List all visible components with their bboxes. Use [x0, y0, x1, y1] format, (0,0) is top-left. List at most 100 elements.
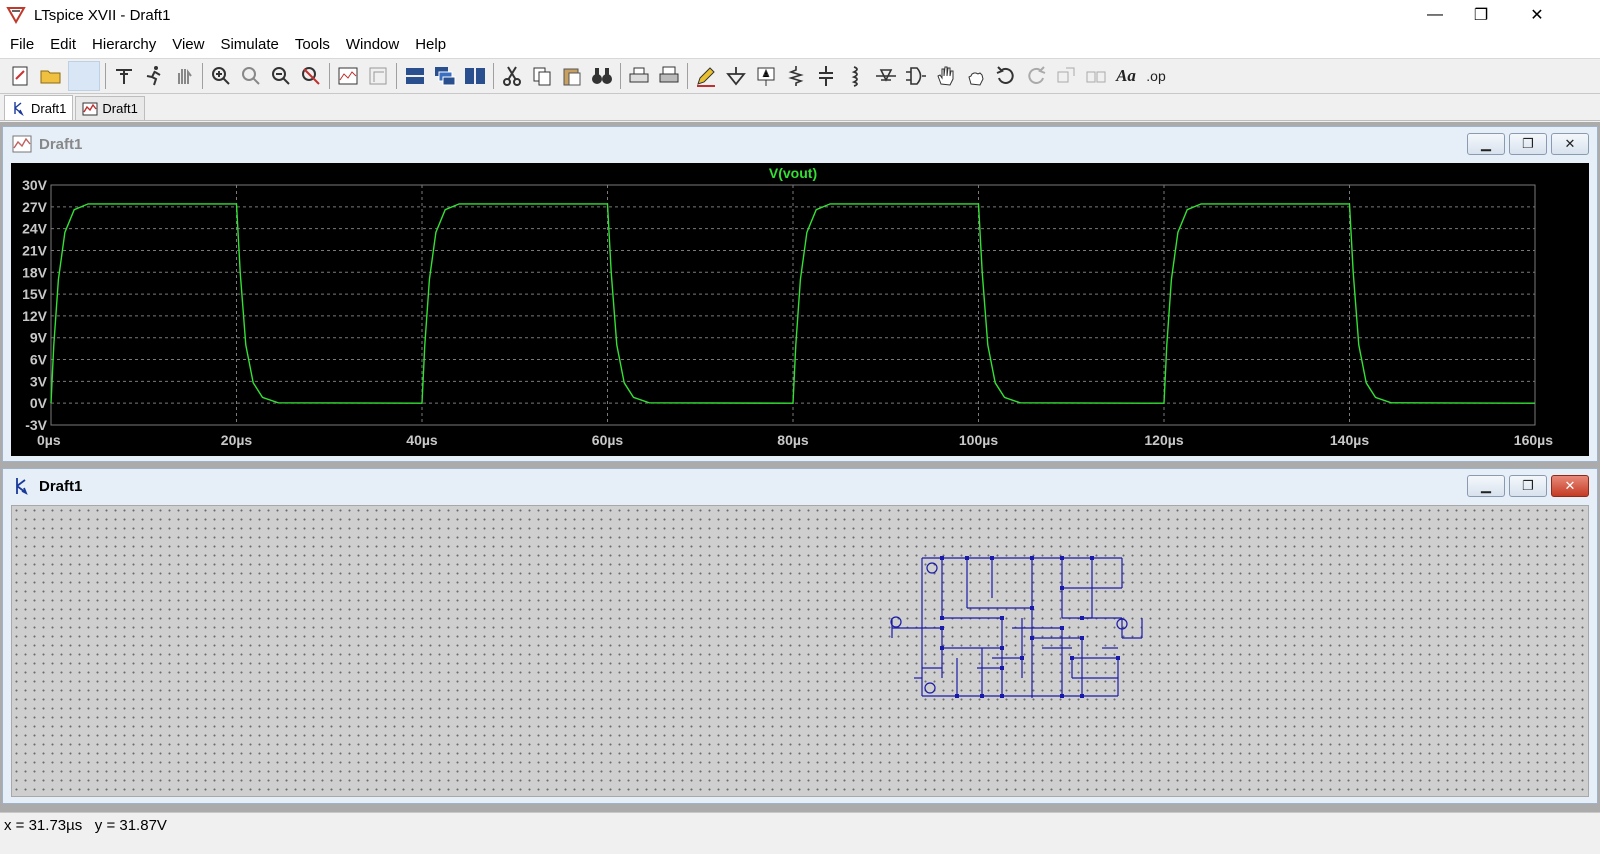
status-bar: x = 31.73µs y = 31.87V [0, 812, 1600, 854]
draw-wire-pencil-icon[interactable] [691, 61, 721, 91]
x-tick-label: 100µs [959, 432, 998, 448]
y-tick-label: 24V [22, 221, 48, 237]
menu-window[interactable]: Window [338, 36, 407, 53]
cursor-readout: x = 31.73µs y = 31.87V [4, 817, 167, 834]
x-tick-label: 20µs [221, 432, 253, 448]
zoom-in-icon[interactable] [206, 61, 236, 91]
text-icon[interactable]: Aa [1111, 61, 1141, 91]
source-symbol [926, 562, 938, 574]
waveform-icon [12, 135, 32, 153]
menu-file[interactable]: File [2, 36, 42, 53]
zoom-fit-icon[interactable] [296, 61, 326, 91]
ltspice-app: LTspice XVII - Draft1 — ❐ ✕ File Edit Hi… [0, 0, 1600, 854]
plot-settings-icon[interactable] [363, 61, 393, 91]
waveform-plot-svg[interactable]: 0µs 20µs 40µs 60µs 80µs 100µs 120µs 140µs 160µs 3… [11, 163, 1589, 456]
new-schematic-icon[interactable] [6, 61, 36, 91]
menu-tools[interactable]: Tools [287, 36, 338, 53]
menu-help[interactable]: Help [407, 36, 454, 53]
waveform-window-titlebar[interactable]: Draft1 ▁ ❐ ✕ [3, 127, 1597, 161]
blank-toolbar-button[interactable] [68, 61, 100, 91]
waveform-minimize-button[interactable]: ▁ [1467, 133, 1505, 155]
diode-icon[interactable] [871, 61, 901, 91]
pan-zoom-icon[interactable] [236, 61, 266, 91]
window-title: LTspice XVII - Draft1 [34, 6, 171, 24]
mirror-icon[interactable] [1081, 61, 1111, 91]
menu-view[interactable]: View [164, 36, 212, 53]
open-folder-icon[interactable] [36, 61, 66, 91]
y-tick-label: 9V [30, 330, 48, 346]
redo-icon[interactable] [1021, 61, 1051, 91]
junction-dot [940, 626, 944, 630]
run-icon[interactable] [139, 61, 169, 91]
schematic-minimize-button[interactable]: ▁ [1467, 475, 1505, 497]
x-tick-label: 0µs [37, 432, 61, 448]
x-tick-label: 160µs [1514, 432, 1553, 448]
menu-edit[interactable]: Edit [42, 36, 84, 53]
resistor-icon[interactable] [781, 61, 811, 91]
circuit-drawing[interactable] [12, 506, 1590, 798]
ground-icon[interactable] [721, 61, 751, 91]
menu-simulate[interactable]: Simulate [212, 36, 286, 53]
print-setup-icon[interactable] [654, 61, 684, 91]
menu-bar: File Edit Hierarchy View Simulate Tools … [0, 30, 1600, 58]
junction-dot [990, 556, 994, 560]
autorange-icon[interactable] [333, 61, 363, 91]
schematic-window-controls: ▁ ❐ ✕ [1467, 475, 1589, 497]
component-icon[interactable] [901, 61, 931, 91]
junction-dot [1080, 694, 1084, 698]
schematic-canvas[interactable] [11, 505, 1589, 797]
toolbar-separator [329, 63, 330, 89]
toolbar-separator [396, 63, 397, 89]
waveform-plot[interactable]: 0µs 20µs 40µs 60µs 80µs 100µs 120µs 140µs 160µs 3… [11, 163, 1589, 456]
capacitor-icon[interactable] [811, 61, 841, 91]
junction-dot [1070, 656, 1074, 660]
junction-dot [1090, 556, 1094, 560]
minimize-button[interactable]: — [1412, 0, 1458, 30]
menu-hierarchy[interactable]: Hierarchy [84, 36, 164, 53]
ltspice-logo-icon [6, 7, 26, 25]
close-button[interactable]: ✕ [1514, 0, 1560, 30]
zoom-out-icon[interactable] [266, 61, 296, 91]
schematic-icon [14, 102, 24, 116]
tab-waveform-draft1[interactable]: Draft1 [75, 96, 145, 120]
tab-schematic-draft1[interactable]: Draft1 [4, 95, 74, 120]
drag-hand-icon[interactable] [961, 61, 991, 91]
waveform-maximize-button[interactable]: ❐ [1509, 133, 1547, 155]
schematic-close-button[interactable]: ✕ [1551, 475, 1589, 497]
move-hand-icon[interactable] [931, 61, 961, 91]
waveform-close-button[interactable]: ✕ [1551, 133, 1589, 155]
cut-icon[interactable] [497, 61, 527, 91]
undo-icon[interactable] [991, 61, 1021, 91]
rotate-icon[interactable] [1051, 61, 1081, 91]
halt-hand-icon[interactable] [169, 61, 199, 91]
paste-icon[interactable] [557, 61, 587, 91]
maximize-button[interactable]: ❐ [1458, 0, 1504, 30]
waveform-window: Draft1 ▁ ❐ ✕ 0µs 20µs 40µs 60µs 80µs 100µs 120… [2, 126, 1598, 462]
schematic-window-titlebar[interactable]: Draft1 ▁ ❐ ✕ [3, 469, 1597, 503]
tab-label: Draft1 [102, 101, 138, 116]
y-tick-label: 6V [30, 352, 48, 368]
junction-dot [1060, 626, 1064, 630]
inductor-icon[interactable] [841, 61, 871, 91]
control-panel-icon[interactable] [109, 61, 139, 91]
print-icon[interactable] [624, 61, 654, 91]
y-tick-label: 30V [22, 177, 48, 193]
y-tick-label: 21V [22, 242, 48, 258]
net-label-icon[interactable] [751, 61, 781, 91]
spice-directive-icon[interactable]: .op [1141, 61, 1171, 91]
toolbar: Aa .op [0, 58, 1600, 94]
toolbar-separator [493, 63, 494, 89]
copy-icon[interactable] [527, 61, 557, 91]
tile-horizontal-icon[interactable] [400, 61, 430, 91]
cascade-windows-icon[interactable] [430, 61, 460, 91]
junction-dot [1030, 636, 1034, 640]
tab-label: Draft1 [31, 100, 67, 116]
x-tick-label: 120µs [1144, 432, 1183, 448]
schematic-maximize-button[interactable]: ❐ [1509, 475, 1547, 497]
find-binoculars-icon[interactable] [587, 61, 617, 91]
tile-vertical-icon[interactable] [460, 61, 490, 91]
x-tick-label: 60µs [592, 432, 624, 448]
junction-dot [1080, 616, 1084, 620]
waveform-window-title: Draft1 [39, 135, 83, 153]
text-button-label: Aa [1116, 66, 1136, 85]
